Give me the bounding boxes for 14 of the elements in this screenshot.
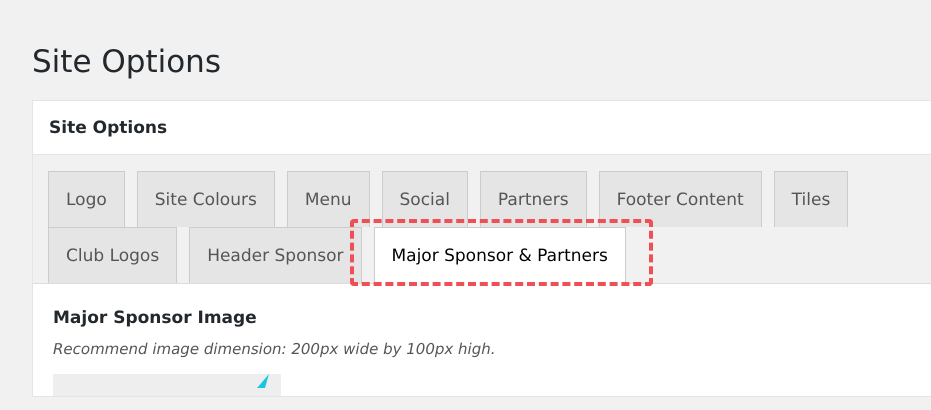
field-description: Recommend image dimension: 200px wide by 100px high. [53,340,497,358]
tab[interactable]: Menu [286,171,370,227]
image-corner-shape [257,374,269,388]
field-label: Major Sponsor Image [53,308,258,328]
page-title: Site Options [32,43,222,82]
tab[interactable]: Logo [48,171,125,227]
tab[interactable]: Social [382,171,468,227]
tab[interactable]: Tiles [774,171,848,227]
tab[interactable]: Site Colours [136,171,275,227]
tab[interactable]: Major Sponsor & Partners [374,227,626,284]
tab[interactable]: Header Sponsor [189,227,362,283]
tab[interactable]: Partners [480,171,587,227]
tab[interactable]: Club Logos [48,227,178,283]
tab[interactable]: Footer Content [598,171,762,227]
